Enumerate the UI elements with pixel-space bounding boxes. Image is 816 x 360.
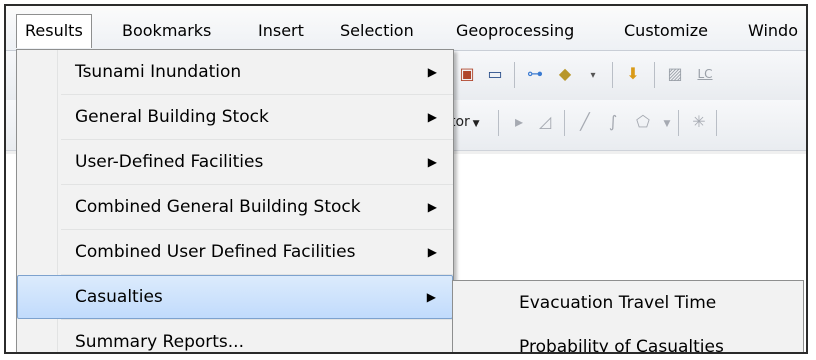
menu-item-label: Combined User Defined Facilities	[75, 242, 356, 262]
polygon-tool-icon[interactable]: ⬠	[630, 110, 656, 134]
editor-menu[interactable]: tor ▼	[450, 110, 494, 134]
results-menu: Tsunami Inundation ▶ General Building St…	[16, 49, 454, 352]
app-window: ▣ ▭ ⊶ ◆ ▾ ⬇ ▨ LC tor ▼ ▸ ◿ ╱ ∫ ⬠ ▼ ✳ Res…	[4, 4, 808, 354]
toolbar-separator	[514, 62, 515, 88]
submenu-arrow-icon: ▶	[427, 155, 437, 169]
menu-item-general-building-stock[interactable]: General Building Stock ▶	[17, 95, 453, 139]
edit-annotation-icon[interactable]: ◿	[532, 110, 558, 134]
menu-insert[interactable]: Insert	[250, 14, 312, 48]
image-icon[interactable]: ▨	[662, 62, 688, 86]
menu-geoprocessing[interactable]: Geoprocessing	[448, 14, 582, 48]
toolbar-separator	[654, 62, 655, 88]
menu-item-tsunami-inundation[interactable]: Tsunami Inundation ▶	[17, 50, 453, 94]
submenu-arrow-icon: ▶	[426, 290, 436, 304]
menu-results[interactable]: Results	[16, 14, 92, 48]
submenu-arrow-icon: ▶	[427, 200, 437, 214]
menu-item-label: General Building Stock	[75, 107, 269, 127]
menu-customize[interactable]: Customize	[616, 14, 716, 48]
submenu-arrow-icon: ▶	[427, 65, 437, 79]
menu-item-summary-reports[interactable]: Summary Reports...	[17, 320, 453, 352]
toolbar-options-icon[interactable]: ▾	[580, 64, 606, 88]
model-builder-icon[interactable]: ⊶	[522, 62, 548, 86]
menu-item-label: Combined General Building Stock	[75, 197, 361, 217]
menu-item-casualties[interactable]: Casualties ▶	[17, 275, 453, 319]
submenu-arrow-icon: ▶	[427, 110, 437, 124]
lc-icon[interactable]: LC	[692, 62, 718, 86]
straight-segment-icon[interactable]: ╱	[572, 110, 598, 134]
casualties-submenu: Evacuation Travel Time Probability of Ca…	[452, 280, 804, 352]
menu-item-label: Casualties	[75, 287, 163, 307]
toolbar-separator	[498, 110, 499, 136]
menu-bar: Results Bookmarks Insert Selection Geopr…	[6, 6, 806, 51]
submenu-item-evacuation-travel-time[interactable]: Evacuation Travel Time	[453, 281, 803, 325]
menu-item-label: User-Defined Facilities	[75, 152, 264, 172]
curve-segment-icon[interactable]: ∫	[600, 110, 626, 134]
menu-selection[interactable]: Selection	[332, 14, 422, 48]
window-icon[interactable]: ▭	[482, 62, 508, 86]
menu-item-combined-user-defined-facilities[interactable]: Combined User Defined Facilities ▶	[17, 230, 453, 274]
menu-item-combined-general-building-stock[interactable]: Combined General Building Stock ▶	[17, 185, 453, 229]
submenu-arrow-icon: ▶	[427, 245, 437, 259]
python-icon[interactable]: ◆	[552, 62, 578, 86]
menu-windows[interactable]: Windo	[740, 14, 806, 48]
menu-item-label: Tsunami Inundation	[75, 62, 242, 82]
toolbox-icon[interactable]: ▣	[454, 62, 480, 86]
toolbar-separator	[716, 110, 717, 136]
menu-bookmarks[interactable]: Bookmarks	[114, 14, 219, 48]
toolbar-separator	[564, 110, 565, 136]
chevron-down-icon[interactable]: ▼	[654, 112, 680, 136]
menu-item-label: Summary Reports...	[75, 332, 244, 352]
pin-icon[interactable]: ⬇	[620, 62, 646, 86]
submenu-item-probability-of-casualties[interactable]: Probability of Casualties	[453, 325, 803, 352]
menu-item-user-defined-facilities[interactable]: User-Defined Facilities ▶	[17, 140, 453, 184]
edit-tool-icon[interactable]: ▸	[506, 110, 532, 134]
chevron-down-icon: ▼	[469, 119, 480, 129]
toolbar-separator	[612, 62, 613, 88]
vertex-tool-icon[interactable]: ✳	[686, 110, 712, 134]
toolbar-separator	[678, 110, 679, 136]
